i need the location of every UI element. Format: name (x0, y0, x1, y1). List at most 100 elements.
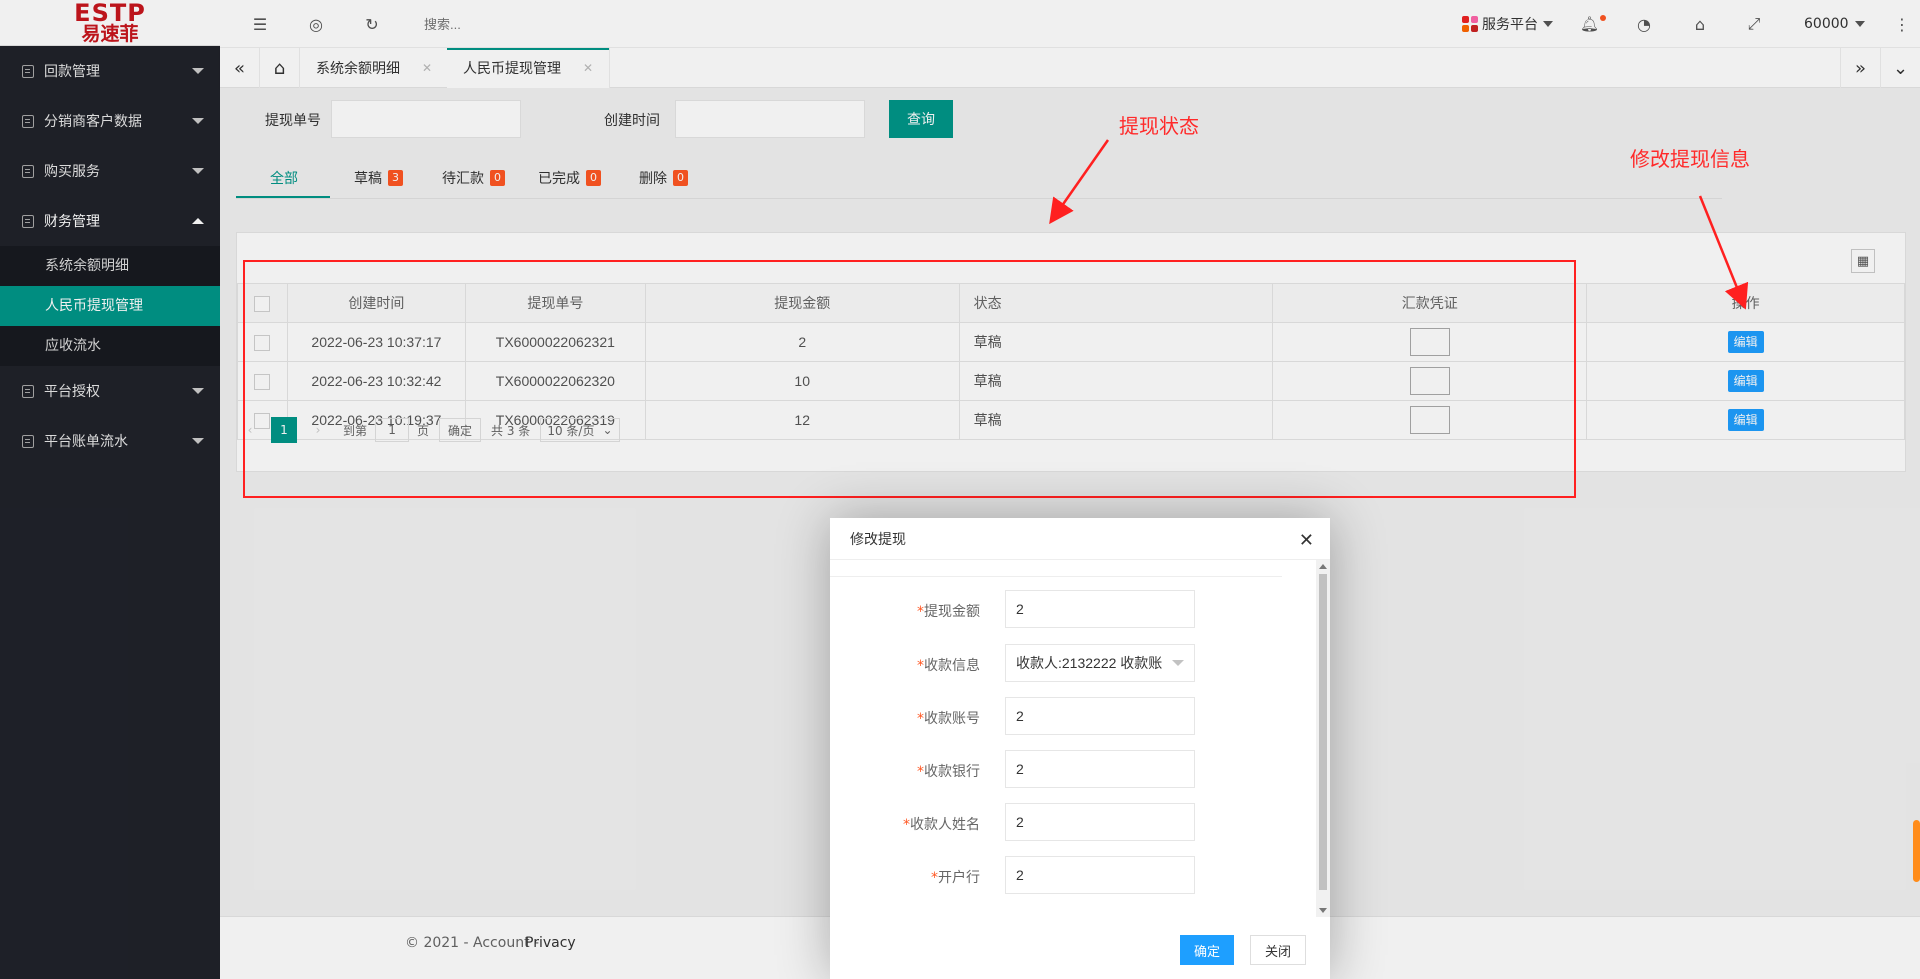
close-icon[interactable]: ✕ (583, 61, 593, 75)
bank-input[interactable]: 2 (1005, 750, 1195, 788)
select-all-checkbox[interactable] (254, 295, 271, 312)
document-icon (22, 164, 34, 178)
sidebar-item-distributor-data[interactable]: 分销商客户数据 (0, 96, 220, 146)
chevron-down-icon (192, 118, 204, 124)
scrollbar-thumb[interactable] (1319, 574, 1327, 890)
confirm-button[interactable]: 确定 (1180, 935, 1235, 965)
modal-scrollbar[interactable] (1316, 560, 1330, 917)
columns-icon[interactable]: ▦ (1851, 249, 1875, 273)
voucher-image[interactable] (1409, 406, 1450, 434)
status-tab-active-indicator (236, 196, 330, 198)
user-menu[interactable]: 60000 (1804, 0, 1865, 48)
sidebar-item-platform-bill[interactable]: 平台账单流水 (0, 416, 220, 466)
tab-balance-detail[interactable]: 系统余额明细 ✕ (300, 48, 450, 88)
opening-bank-input[interactable]: 2 (1005, 856, 1195, 894)
close-button[interactable]: 关闭 (1250, 935, 1307, 965)
sidebar-subitem-rmb-withdraw[interactable]: 人民币提现管理 (0, 286, 220, 326)
page-scroll-indicator[interactable] (1913, 820, 1920, 882)
privacy-link[interactable]: Privacy (525, 935, 576, 951)
chevron-down-icon (192, 438, 204, 444)
tabs-scroll-right-icon[interactable]: » (1840, 48, 1880, 88)
status-tab-all[interactable]: 全部 (270, 158, 298, 198)
payee-info-value: 收款人:2132222 收款账 (1016, 655, 1163, 671)
edit-button[interactable]: 编辑 (1727, 409, 1764, 431)
status-tab-draft[interactable]: 草稿 3 (354, 158, 403, 198)
page-size-select[interactable]: 10 条/页 ⌄ (540, 418, 620, 442)
platform-switcher[interactable]: 服务平台 (1462, 0, 1553, 48)
tabs-scroll-left-icon[interactable]: « (220, 48, 260, 88)
sidebar-item-label: 平台授权 (44, 384, 100, 400)
status-tab-pending-remit[interactable]: 待汇款 0 (442, 158, 505, 198)
status-tab-label: 全部 (270, 171, 298, 187)
query-button[interactable]: 查询 (889, 100, 953, 138)
chevron-up-icon (192, 218, 204, 224)
annotation-status-note: 提现状态 (1119, 114, 1199, 138)
prev-page-icon[interactable]: ‹ (237, 417, 263, 443)
scroll-up-icon[interactable] (1319, 564, 1327, 569)
page-number-current[interactable]: 1 (271, 417, 297, 443)
withdraw-no-input[interactable] (331, 100, 521, 138)
sidebar-item-finance[interactable]: 财务管理 (0, 196, 220, 246)
row-select-cell (237, 361, 288, 401)
close-icon[interactable]: ✕ (422, 61, 432, 75)
field-label: *开户行 (931, 870, 980, 886)
page-input[interactable]: 1 (375, 418, 410, 442)
search-input[interactable] (424, 14, 624, 34)
notification-bell[interactable]: 🔔︎ (1580, 0, 1606, 48)
created-time-input[interactable] (675, 100, 865, 138)
voucher-image[interactable] (1409, 367, 1450, 395)
document-icon (22, 434, 34, 448)
withdraw-no-label: 提现单号 (265, 113, 321, 129)
caret-down-icon (1854, 21, 1865, 27)
field-label: *收款银行 (917, 764, 980, 780)
tag-icon[interactable]: ⌂ (1688, 12, 1712, 36)
withdraw-table-panel: ▦ 创建时间 提现单号 提现金额 状态 汇款凭证 操作 2022-06-23 1… (236, 232, 1906, 472)
table-header-row: 创建时间 提现单号 提现金额 状态 汇款凭证 操作 (237, 283, 1905, 323)
more-vertical-icon[interactable]: ⋮ (1890, 12, 1914, 36)
tab-rmb-withdraw[interactable]: 人民币提现管理 ✕ (447, 48, 611, 88)
status-tab-completed[interactable]: 已完成 0 (538, 158, 601, 198)
status-tab-deleted[interactable]: 删除 0 (639, 158, 688, 198)
status-tab-label: 已完成 (538, 171, 580, 187)
sidebar-item-label: 购买服务 (44, 164, 100, 180)
document-icon (22, 214, 34, 228)
payee-info-select[interactable]: 收款人:2132222 收款账 (1005, 644, 1195, 682)
platform-label: 服务平台 (1482, 17, 1538, 33)
logo[interactable]: ESTP 易速菲 (0, 0, 220, 46)
sidebar-item-purchase-service[interactable]: 购买服务 (0, 146, 220, 196)
sidebar-subitem-receivable-flow[interactable]: 应收流水 (0, 326, 220, 366)
status-tab-label: 草稿 (354, 171, 382, 187)
finance-submenu: 系统余额明细 人民币提现管理 应收流水 (0, 246, 220, 366)
chevron-down-icon: ⌄ (602, 423, 613, 437)
column-header: 操作 (1586, 283, 1905, 323)
account-no-input[interactable]: 2 (1005, 697, 1195, 735)
page-tabs-bar: « ⌂ 系统余额明细 ✕ 人民币提现管理 ✕ » ⌄ (220, 48, 1920, 88)
select-all-cell (237, 283, 288, 323)
menu-toggle-icon[interactable]: ☰ (248, 12, 272, 36)
close-icon[interactable]: ✕ (1299, 530, 1314, 551)
row-checkbox[interactable] (254, 373, 271, 390)
edit-button[interactable]: 编辑 (1727, 331, 1764, 353)
goto-confirm-button[interactable]: 确定 (439, 418, 482, 442)
voucher-image[interactable] (1409, 328, 1450, 356)
next-page-icon[interactable]: › (305, 417, 331, 443)
home-icon[interactable]: ⌂ (260, 48, 300, 88)
sidebar-item-platform-auth[interactable]: 平台授权 (0, 366, 220, 416)
scroll-down-icon[interactable] (1319, 908, 1327, 913)
sidebar-item-payment-collection[interactable]: 回款管理 (0, 46, 220, 96)
fullscreen-icon[interactable]: ⤢ (1742, 12, 1766, 36)
table-row: 2022-06-23 10:37:17 TX6000022062321 2 草稿… (237, 322, 1905, 362)
globe-icon[interactable]: ◎ (304, 12, 328, 36)
amount-input[interactable]: 2 (1005, 590, 1195, 628)
payee-name-input[interactable]: 2 (1005, 803, 1195, 841)
refresh-icon[interactable]: ↻ (360, 12, 384, 36)
form-row-payee-info: *收款信息 收款人:2132222 收款账 (830, 644, 1310, 684)
created-time-cell: 2022-06-23 10:32:42 (286, 361, 466, 401)
caret-down-icon (1543, 21, 1553, 27)
row-checkbox[interactable] (254, 334, 271, 351)
created-time-cell: 2022-06-23 10:37:17 (286, 322, 466, 362)
edit-button[interactable]: 编辑 (1727, 370, 1764, 392)
chevron-down-icon[interactable]: ⌄ (1880, 48, 1920, 88)
sidebar-subitem-balance-detail[interactable]: 系统余额明细 (0, 246, 220, 286)
theme-icon[interactable]: ◔ (1632, 12, 1656, 36)
